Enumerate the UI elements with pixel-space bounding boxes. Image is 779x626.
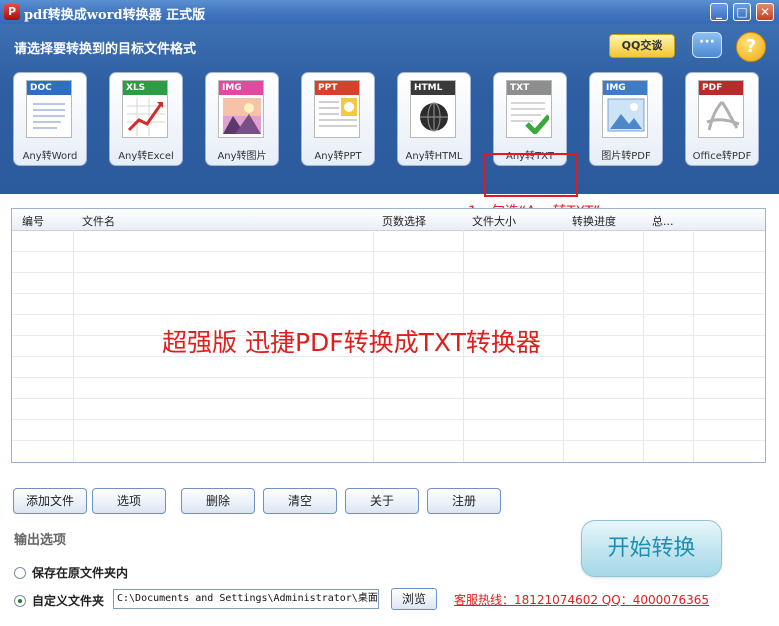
help-question-icon[interactable]: ? — [736, 32, 766, 62]
format-tile-ppt[interactable]: PPT Any转PPT — [301, 72, 375, 166]
window-title: pdf转换成word转换器 正式版 — [24, 8, 206, 23]
format-tile-image[interactable]: IMG Any转图片 — [205, 72, 279, 166]
tile-label: Any转Word — [22, 151, 78, 162]
txt-highlight-box — [484, 153, 578, 197]
output-path-field[interactable]: C:\Documents and Settings\Administrator\… — [113, 589, 379, 609]
column-header-total[interactable]: 总... — [652, 213, 674, 229]
tile-label: 图片转PDF — [601, 151, 651, 162]
column-header-progress[interactable]: 转换进度 — [572, 213, 616, 229]
format-header: 请选择要转换到的目标文件格式 QQ交谈 ··· ? DOC Any转Word X… — [0, 24, 779, 220]
format-tile-image-to-pdf[interactable]: IMG 图片转PDF — [589, 72, 663, 166]
format-tile-word[interactable]: DOC Any转Word — [13, 72, 87, 166]
clear-button[interactable]: 清空 — [263, 488, 337, 514]
column-header-number[interactable]: 编号 — [22, 213, 44, 229]
start-convert-button[interactable]: 开始转换 — [581, 520, 722, 577]
pdf-icon: PDF — [698, 80, 744, 138]
image-icon: IMG — [218, 80, 264, 138]
excel-chart-icon: XLS — [122, 80, 168, 138]
format-prompt: 请选择要转换到的目标文件格式 — [14, 42, 197, 57]
minimize-button[interactable]: _ — [710, 3, 728, 21]
format-tile-html[interactable]: HTML Any转HTML — [397, 72, 471, 166]
about-button[interactable]: 关于 — [345, 488, 419, 514]
tile-badge: HTML — [411, 81, 455, 95]
tile-badge: PPT — [315, 81, 359, 95]
format-tile-txt[interactable]: TXT Any转TXT — [493, 72, 567, 166]
globe-icon: HTML — [410, 80, 456, 138]
chat-bubble-icon[interactable]: ··· — [692, 32, 722, 58]
radio-original-folder[interactable] — [14, 566, 26, 579]
tile-badge: IMG — [603, 81, 647, 95]
qq-chat-button[interactable]: QQ交谈 — [609, 34, 675, 58]
bottom-panel: 添加文件 选项 删除 清空 关于 注册 输出选项 保存在原文件夹内 自定义文件夹… — [0, 475, 779, 626]
add-file-button[interactable]: 添加文件 — [13, 488, 87, 514]
word-doc-icon: DOC — [26, 80, 72, 138]
register-button[interactable]: 注册 — [427, 488, 501, 514]
picture-icon: IMG — [602, 80, 648, 138]
tile-label: Office转PDF — [692, 151, 752, 162]
delete-button[interactable]: 删除 — [181, 488, 255, 514]
column-header-file-size[interactable]: 文件大小 — [472, 213, 516, 229]
ppt-icon: PPT — [314, 80, 360, 138]
tile-label: Any转HTML — [405, 151, 463, 162]
option-custom-folder[interactable]: 自定义文件夹 — [14, 592, 104, 609]
format-tile-excel[interactable]: XLS Any转Excel — [109, 72, 183, 166]
tile-badge: XLS — [123, 81, 167, 95]
pdf-app-icon: P — [4, 4, 20, 20]
tile-badge: TXT — [507, 81, 551, 95]
tile-badge: PDF — [699, 81, 743, 95]
tile-label: Any转图片 — [217, 151, 267, 162]
table-watermark: 超强版 迅捷PDF转换成TXT转换器 — [162, 328, 541, 357]
options-button[interactable]: 选项 — [92, 488, 166, 514]
option-original-folder-label: 保存在原文件夹内 — [32, 566, 129, 580]
tile-badge: IMG — [219, 81, 263, 95]
browse-button[interactable]: 浏览 — [391, 588, 437, 610]
tile-badge: DOC — [27, 81, 71, 95]
title-bar: P pdf转换成word转换器 正式版 _ □ ✕ — [0, 0, 779, 24]
close-button[interactable]: ✕ — [756, 3, 774, 21]
radio-custom-folder[interactable] — [14, 594, 26, 607]
tile-label: Any转Excel — [118, 151, 174, 162]
option-custom-folder-label: 自定义文件夹 — [32, 594, 105, 608]
format-tile-office-to-pdf[interactable]: PDF Office转PDF — [685, 72, 759, 166]
hotline-link[interactable]: 客服热线：18121074602 QQ：4000076365 — [454, 591, 709, 608]
column-header-page-selection[interactable]: 页数选择 — [382, 213, 426, 229]
maximize-button[interactable]: □ — [733, 3, 751, 21]
table-header: 编号 文件名 页数选择 文件大小 转换进度 总... — [12, 209, 765, 231]
text-file-icon: TXT — [506, 80, 552, 138]
file-list-table[interactable]: 编号 文件名 页数选择 文件大小 转换进度 总... 超强版 迅捷PDF转换成T… — [11, 208, 766, 463]
tile-label: Any转PPT — [314, 151, 362, 162]
output-options-title: 输出选项 — [14, 533, 67, 548]
column-header-filename[interactable]: 文件名 — [82, 213, 115, 229]
option-original-folder[interactable]: 保存在原文件夹内 — [14, 564, 128, 581]
